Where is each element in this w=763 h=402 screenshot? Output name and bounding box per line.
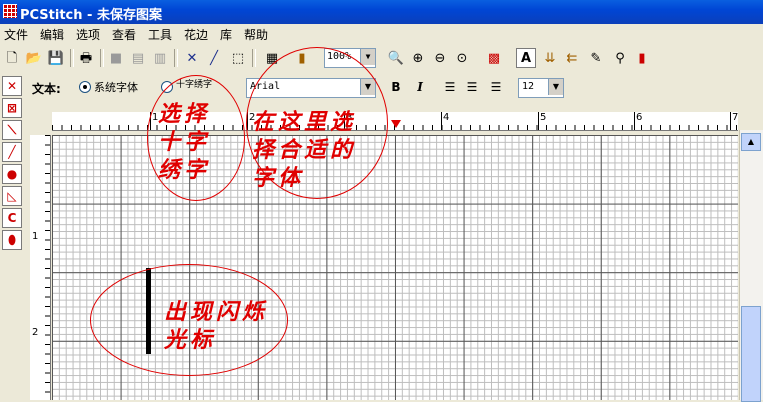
annotation-select-cross: 选择 十字 绣字	[158, 101, 211, 183]
text-toolbar: 文本: 系统字体 十字绣字 Arial ▼ B I ☰ ☰ ☰ 12 ▼	[24, 72, 763, 102]
menu-bar: 文件 编辑 选项 查看 工具 花边 库 帮助	[0, 24, 763, 44]
scroll-up-icon[interactable]: ▲	[741, 133, 761, 151]
toolbar-separator	[174, 49, 178, 67]
align-right-icon[interactable]: ☰	[488, 78, 504, 96]
main-toolbar: 🗋 📂 💾 🖶 ■ ▤ ▥ ✕ ╱ ⬚ ▦ ▮ 100% ▼ 🔍 ⊕ ⊖ ⊙ ▩…	[0, 44, 763, 73]
radio-system-font-label: 系统字体	[94, 81, 138, 94]
menu-options[interactable]: 选项	[76, 26, 100, 43]
scroll-thumb[interactable]	[741, 306, 761, 402]
font-size-select[interactable]: 12 ▼	[518, 78, 564, 98]
menu-borders[interactable]: 花边	[184, 26, 208, 43]
toolbar-separator	[252, 49, 256, 67]
menu-help[interactable]: 帮助	[244, 26, 268, 43]
french-knot-icon[interactable]: ●	[2, 164, 22, 184]
stitch-tool-panel: ✕ ⊠ ⟍ ╱ ● ◺ C ⬮	[0, 72, 24, 400]
ruler-label: 1	[32, 231, 39, 242]
align-left-icon[interactable]: ☰	[442, 78, 458, 96]
backstitch-icon[interactable]: ╱	[204, 48, 224, 68]
pattern-icon[interactable]: ▩	[484, 48, 504, 68]
copy-icon[interactable]: ▤	[128, 48, 148, 68]
cross-stitch-icon[interactable]: ✕	[182, 48, 202, 68]
vertical-ruler: 1 2	[30, 135, 51, 400]
backstitch-line-icon[interactable]: ╱	[2, 142, 22, 162]
ruler-label: 4	[440, 112, 450, 130]
italic-button[interactable]: I	[412, 78, 428, 96]
menu-library[interactable]: 库	[220, 26, 232, 43]
chevron-down-icon[interactable]: ▼	[548, 79, 563, 95]
bold-button[interactable]: B	[388, 78, 404, 96]
paste-icon[interactable]: ▥	[150, 48, 170, 68]
ruler-label: 2	[32, 327, 39, 338]
menu-edit[interactable]: 编辑	[40, 26, 64, 43]
full-stitch-icon[interactable]: ✕	[2, 76, 22, 96]
text-label: 文本:	[32, 82, 61, 96]
menu-view[interactable]: 查看	[112, 26, 136, 43]
title-bar: PCStitch - 未保存图案	[0, 0, 763, 24]
annotation-cursor: 出现闪烁 光标	[164, 299, 269, 353]
window-title: PCStitch - 未保存图案	[20, 8, 162, 23]
print-icon[interactable]: 🖶	[76, 48, 96, 68]
brush-icon[interactable]: ✎	[586, 48, 606, 68]
text-tool-icon[interactable]: A	[516, 48, 536, 68]
chevron-down-icon[interactable]: ▼	[360, 49, 375, 65]
zoom-actual-icon[interactable]: ⊙	[452, 48, 472, 68]
annotation-choose-font: 在这里选 择合适的 字体	[252, 109, 357, 191]
thread-icon[interactable]: ▮	[632, 48, 652, 68]
open-folder-icon[interactable]: 📂	[24, 48, 44, 68]
save-icon[interactable]: 💾	[46, 48, 66, 68]
replace-color-icon[interactable]: ⇇	[562, 48, 582, 68]
zoom-fit-icon[interactable]: 🔍	[386, 48, 406, 68]
ruler-label: 7	[729, 112, 739, 130]
quarter-stitch-icon[interactable]: ⟍	[2, 120, 22, 140]
ruler-label: 5	[537, 112, 547, 130]
align-center-icon[interactable]: ☰	[464, 78, 480, 96]
menu-file[interactable]: 文件	[4, 26, 28, 43]
special-stitch-icon[interactable]: C	[2, 208, 22, 228]
zoom-out-icon[interactable]: ⊖	[430, 48, 450, 68]
cut-icon[interactable]: ■	[106, 48, 126, 68]
half-stitch-icon[interactable]: ⊠	[2, 98, 22, 118]
toolbar-separator	[100, 49, 104, 67]
menu-tools[interactable]: 工具	[148, 26, 172, 43]
new-file-icon[interactable]: 🗋	[2, 48, 22, 68]
radio-system-font[interactable]	[79, 81, 91, 93]
long-stitch-icon[interactable]: ◺	[2, 186, 22, 206]
dropper-icon[interactable]: ⚲	[610, 48, 630, 68]
toolbar-separator	[70, 49, 74, 67]
fill-tool-icon[interactable]: ⇊	[540, 48, 560, 68]
ruler-position-marker-icon	[391, 120, 401, 128]
app-logo-icon	[3, 4, 17, 18]
font-size-value: 12	[522, 81, 535, 92]
zoom-in-icon[interactable]: ⊕	[408, 48, 428, 68]
ruler-label: 6	[633, 112, 643, 130]
bead-icon[interactable]: ⬮	[2, 230, 22, 250]
select-rect-icon[interactable]: ⬚	[228, 48, 248, 68]
